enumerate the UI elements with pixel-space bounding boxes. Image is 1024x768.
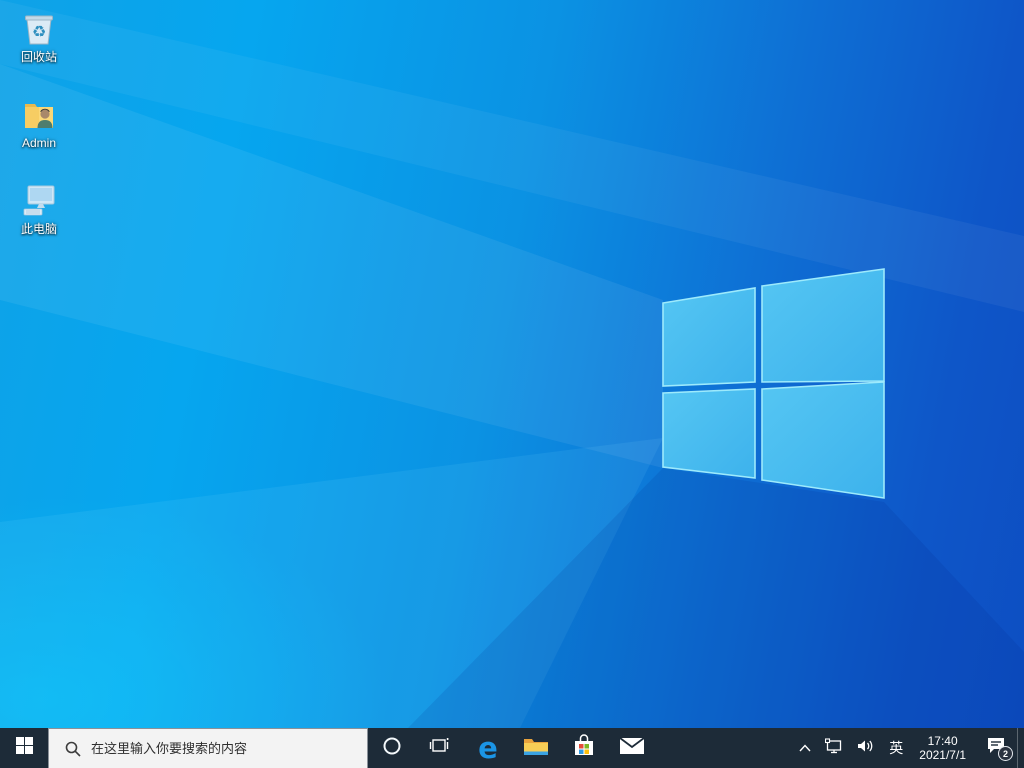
notification-badge: 2 [998,746,1013,761]
edge-button[interactable]: e [464,728,512,768]
ime-indicator[interactable]: 英 [882,728,910,768]
hidden-icons-button[interactable] [792,728,818,768]
desktop-icon-admin-folder[interactable]: Admin [2,90,76,153]
computer-icon [19,180,59,220]
desktop-icon-this-pc[interactable]: 此电脑 [2,176,76,239]
recycle-bin-icon: ♻ [19,8,59,48]
speaker-icon [857,738,875,759]
volume-button[interactable] [850,728,882,768]
cortana-icon [382,736,402,761]
desktop-icon-label: Admin [21,136,56,150]
task-view-button[interactable] [416,728,464,768]
clock[interactable]: 17:40 2021/7/1 [910,728,975,768]
desktop-icon-label: 回收站 [20,50,57,64]
desktop: ♻ 回收站 Admin 此电脑 [0,0,1024,728]
network-ethernet-icon [825,737,843,759]
taskbar: e [0,728,1024,768]
search-input[interactable] [49,729,367,768]
svg-text:♻: ♻ [32,22,46,41]
chevron-up-icon [799,739,811,757]
taskbar-search [48,728,368,768]
clock-date: 2021/7/1 [919,748,966,762]
clock-time: 17:40 [927,734,958,748]
mail-icon [619,736,645,761]
start-button[interactable] [0,728,48,768]
desktop-icon-label: 此电脑 [20,222,57,236]
file-explorer-button[interactable] [512,728,560,768]
task-view-icon [429,737,451,760]
system-tray: 英 17:40 2021/7/1 2 [792,728,1024,768]
windows-logo-icon [15,737,33,759]
file-explorer-icon [523,735,549,762]
mail-button[interactable] [608,728,656,768]
wallpaper-windows-logo [0,0,1024,728]
desktop-icon-recycle-bin[interactable]: ♻ 回收站 [2,4,76,67]
store-icon [572,733,596,763]
show-desktop-button[interactable] [1017,728,1024,768]
cortana-button[interactable] [368,728,416,768]
user-folder-icon [19,94,59,134]
desktop-icon-list: ♻ 回收站 Admin 此电脑 [2,4,78,262]
action-center-button[interactable]: 2 [975,728,1017,768]
edge-icon: e [478,730,498,765]
ime-label: 英 [889,740,904,756]
network-button[interactable] [818,728,850,768]
store-button[interactable] [560,728,608,768]
